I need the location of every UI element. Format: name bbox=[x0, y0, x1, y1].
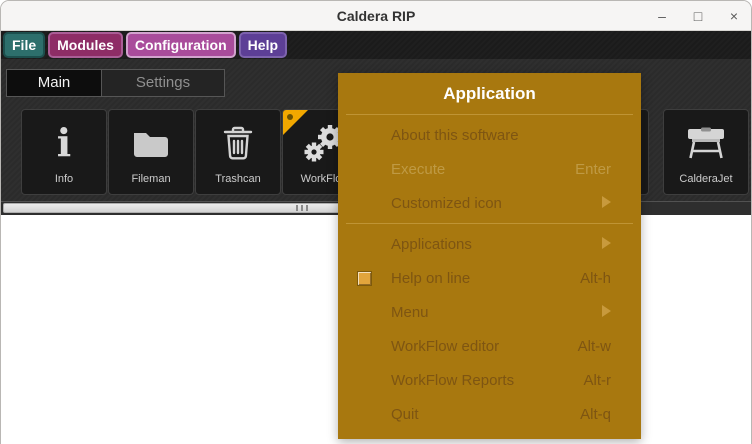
application-menu: Application About this software Execute En… bbox=[338, 73, 641, 439]
menubar-item-configuration[interactable]: Configuration bbox=[125, 32, 236, 58]
menu-item-label: Quit bbox=[391, 405, 419, 423]
application-menu-title: Application bbox=[443, 84, 536, 103]
window-title: Caldera RIP bbox=[336, 7, 416, 24]
info-icon: i bbox=[56, 120, 72, 165]
menu-separator bbox=[346, 223, 633, 224]
menu-item-execute: Execute Enter bbox=[338, 152, 641, 186]
minimize-icon[interactable]: – bbox=[655, 9, 669, 23]
window-controls: – □ × bbox=[655, 1, 741, 30]
menu-item-label: About this software bbox=[391, 126, 519, 144]
shortcut-label: Alt-q bbox=[580, 405, 611, 423]
menu-separator bbox=[346, 114, 633, 115]
close-icon[interactable]: × bbox=[727, 9, 741, 23]
menu-item-about-this-software[interactable]: About this software bbox=[338, 118, 641, 152]
menu-item-help-on-line[interactable]: Help on line Alt-h bbox=[338, 261, 641, 295]
titlebar: Caldera RIP – □ × bbox=[1, 1, 751, 31]
shortcut-label: Alt-h bbox=[580, 269, 611, 287]
menu-item-customized-icon[interactable]: Customized icon bbox=[338, 186, 641, 220]
menubar-item-file[interactable]: File bbox=[3, 32, 46, 58]
menu-item-quit[interactable]: Quit Alt-q bbox=[338, 397, 641, 431]
toolbar-button-label: Trashcan bbox=[215, 173, 261, 185]
trash-icon bbox=[196, 118, 280, 168]
toolbar-button-calderajet[interactable]: CalderaJet bbox=[663, 109, 749, 195]
menu-item-label: WorkFlow editor bbox=[391, 337, 500, 355]
toolbar-button-label: Info bbox=[54, 173, 74, 185]
checkbox-icon bbox=[358, 271, 371, 285]
menu-item-label: Applications bbox=[391, 235, 472, 253]
submenu-arrow-icon bbox=[602, 195, 611, 212]
toolbar-button-info[interactable]: i Info bbox=[21, 109, 107, 195]
printer-icon bbox=[664, 118, 748, 168]
menu-item-label: Help on line bbox=[391, 269, 471, 287]
menu-item-label: Menu bbox=[391, 303, 429, 321]
shortcut-label: Enter bbox=[575, 160, 611, 178]
menubar-item-help[interactable]: Help bbox=[238, 32, 288, 58]
toolbar-button-fileman[interactable]: Fileman bbox=[108, 109, 194, 195]
workflow-corner-badge-icon bbox=[283, 110, 309, 136]
menubar-item-modules[interactable]: Modules bbox=[48, 32, 123, 58]
submenu-arrow-icon bbox=[602, 304, 611, 321]
menu-item-label: WorkFlow Reports bbox=[391, 371, 515, 389]
shortcut-label: Alt-w bbox=[577, 337, 611, 355]
folder-icon bbox=[109, 118, 193, 168]
scrollbar-grip-icon bbox=[296, 205, 308, 211]
menu-item-label: Execute bbox=[391, 160, 446, 178]
toolbar-button-trashcan[interactable]: Trashcan bbox=[195, 109, 281, 195]
menu-item-label: Customized icon bbox=[391, 194, 502, 212]
app-window: Caldera RIP – □ × File Modules Configurati… bbox=[0, 0, 752, 444]
menu-item-workflow-editor[interactable]: WorkFlow editor Alt-w bbox=[338, 329, 641, 363]
toolbar-button-label: Fileman bbox=[131, 173, 171, 185]
menu-item-menu[interactable]: Menu bbox=[338, 295, 641, 329]
menu-item-applications[interactable]: Applications bbox=[338, 227, 641, 261]
shortcut-label: Alt-r bbox=[583, 371, 612, 389]
maximize-icon[interactable]: □ bbox=[691, 9, 705, 23]
submenu-arrow-icon bbox=[602, 236, 611, 253]
menubar: File Modules Configuration Help bbox=[1, 31, 751, 59]
menu-item-workflow-reports[interactable]: WorkFlow Reports Alt-r bbox=[338, 363, 641, 397]
toolbar-button-label: CalderaJet bbox=[679, 173, 733, 185]
